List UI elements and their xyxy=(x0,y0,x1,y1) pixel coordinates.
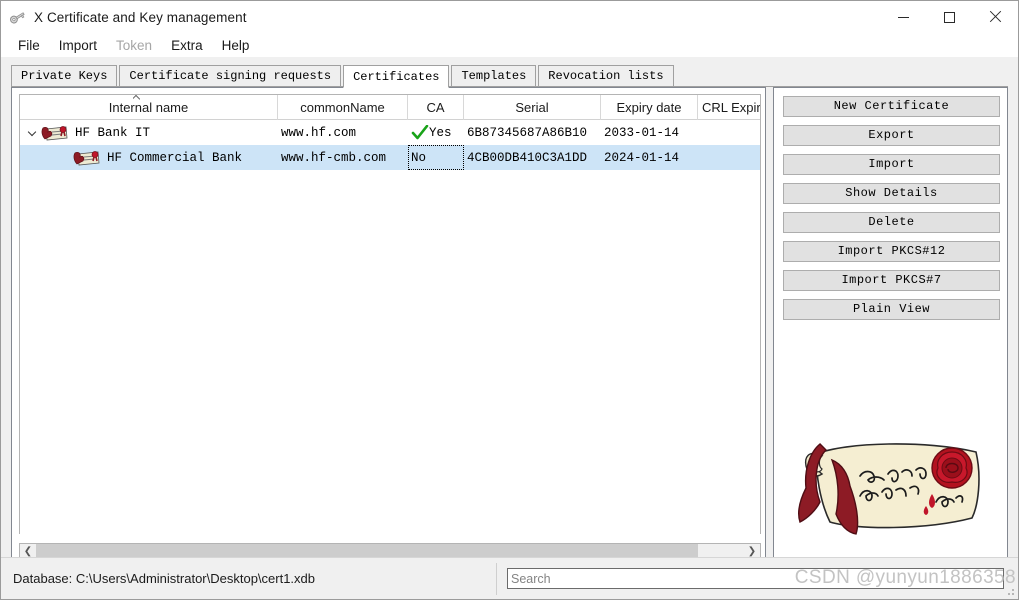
tab-certificate-signing-requests[interactable]: Certificate signing requests xyxy=(119,65,342,87)
menu-item-extra[interactable]: Extra xyxy=(162,36,212,55)
menu-item-help[interactable]: Help xyxy=(213,36,259,55)
cell-crl-expiration[interactable] xyxy=(698,120,760,145)
key-icon xyxy=(8,7,28,27)
table-header-row: Internal name commonName CA Serial Expir… xyxy=(20,95,760,120)
cell-expiry-date[interactable]: 2033-01-14 xyxy=(601,120,698,145)
table-row[interactable]: HF Commercial Bank www.hf-cmb.com No 4CB… xyxy=(20,145,760,170)
close-icon xyxy=(989,11,1001,23)
minimize-button[interactable] xyxy=(880,1,926,33)
column-header-label: Serial xyxy=(515,100,549,115)
internal-name-text: HF Commercial Bank xyxy=(107,150,243,165)
check-icon xyxy=(411,124,429,141)
status-separator xyxy=(496,563,497,595)
cell-internal-name[interactable]: HF Bank IT xyxy=(20,120,278,145)
column-header-commonname[interactable]: commonName xyxy=(278,95,408,120)
tab-templates[interactable]: Templates xyxy=(451,65,537,87)
maximize-button[interactable] xyxy=(926,1,972,33)
column-header-crl-expiration[interactable]: CRL Expirati xyxy=(698,95,760,120)
menu-bar: File Import Token Extra Help xyxy=(1,33,1018,57)
tab-revocation-lists[interactable]: Revocation lists xyxy=(538,65,674,87)
import-pkcs12-button[interactable]: Import PKCS#12 xyxy=(783,241,1000,262)
close-button[interactable] xyxy=(972,1,1018,33)
certificates-panel: Internal name commonName CA Serial Expir… xyxy=(11,87,766,567)
search-box[interactable] xyxy=(507,568,1004,589)
menu-item-import[interactable]: Import xyxy=(50,36,106,55)
column-header-label: Internal name xyxy=(108,100,189,115)
show-details-button[interactable]: Show Details xyxy=(783,183,1000,204)
chevron-down-icon xyxy=(29,129,36,136)
minimize-icon xyxy=(897,16,909,18)
internal-name-text: HF Bank IT xyxy=(75,125,151,140)
resize-grip[interactable] xyxy=(1005,586,1015,596)
search-input[interactable] xyxy=(508,569,1003,588)
cell-ca[interactable]: Yes xyxy=(408,120,464,145)
title-bar: X Certificate and Key management xyxy=(1,1,1018,33)
cell-commonname[interactable]: www.hf-cmb.com xyxy=(278,145,408,170)
sort-ascending-icon xyxy=(133,95,140,100)
action-buttons: New Certificate Export Import Show Detai… xyxy=(783,96,1000,328)
delete-button[interactable]: Delete xyxy=(783,212,1000,233)
column-header-label: CA xyxy=(426,100,445,115)
cell-serial[interactable]: 6B87345687A86B10 xyxy=(464,120,601,145)
column-header-expiry-date[interactable]: Expiry date xyxy=(601,95,698,120)
cell-commonname[interactable]: www.hf.com xyxy=(278,120,408,145)
column-header-label: Expiry date xyxy=(616,100,682,115)
cell-crl-expiration[interactable] xyxy=(698,145,760,170)
database-path-label: Database: C:\Users\Administrator\Desktop… xyxy=(13,571,316,586)
menu-item-file[interactable]: File xyxy=(9,36,49,55)
application-window: X Certificate and Key management File Im… xyxy=(0,0,1019,600)
menu-item-token: Token xyxy=(116,37,153,53)
import-button[interactable]: Import xyxy=(783,154,1000,175)
column-header-internal-name[interactable]: Internal name xyxy=(20,95,278,120)
certificate-scroll-image xyxy=(786,426,996,546)
cell-ca[interactable]: No xyxy=(408,145,464,170)
tab-certificates[interactable]: Certificates xyxy=(343,65,450,88)
expand-collapse-toggle[interactable] xyxy=(24,129,40,136)
column-header-ca[interactable]: CA xyxy=(408,95,464,120)
certificate-icon xyxy=(72,148,102,168)
plain-view-button[interactable]: Plain View xyxy=(783,299,1000,320)
tab-private-keys[interactable]: Private Keys xyxy=(11,65,118,87)
new-certificate-button[interactable]: New Certificate xyxy=(783,96,1000,117)
window-controls xyxy=(880,1,1018,33)
export-button[interactable]: Export xyxy=(783,125,1000,146)
column-header-serial[interactable]: Serial xyxy=(464,95,601,120)
certificate-icon xyxy=(40,123,70,143)
client-area: Private Keys Certificate signing request… xyxy=(1,57,1018,599)
certificates-table: Internal name commonName CA Serial Expir… xyxy=(19,94,761,534)
ca-value: Yes xyxy=(429,125,452,140)
maximize-icon xyxy=(943,11,955,23)
actions-panel: New Certificate Export Import Show Detai… xyxy=(773,87,1008,567)
tab-strip: Private Keys Certificate signing request… xyxy=(11,65,1008,88)
import-pkcs7-button[interactable]: Import PKCS#7 xyxy=(783,270,1000,291)
window-title: X Certificate and Key management xyxy=(34,9,247,25)
cell-expiry-date[interactable]: 2024-01-14 xyxy=(601,145,698,170)
column-header-label: commonName xyxy=(300,100,385,115)
cell-serial[interactable]: 4CB00DB410C3A1DD xyxy=(464,145,601,170)
cell-internal-name[interactable]: HF Commercial Bank xyxy=(20,145,278,170)
table-row[interactable]: HF Bank IT www.hf.com Yes 6B87345687A86B… xyxy=(20,120,760,145)
column-header-label: CRL Expirati xyxy=(702,100,760,115)
